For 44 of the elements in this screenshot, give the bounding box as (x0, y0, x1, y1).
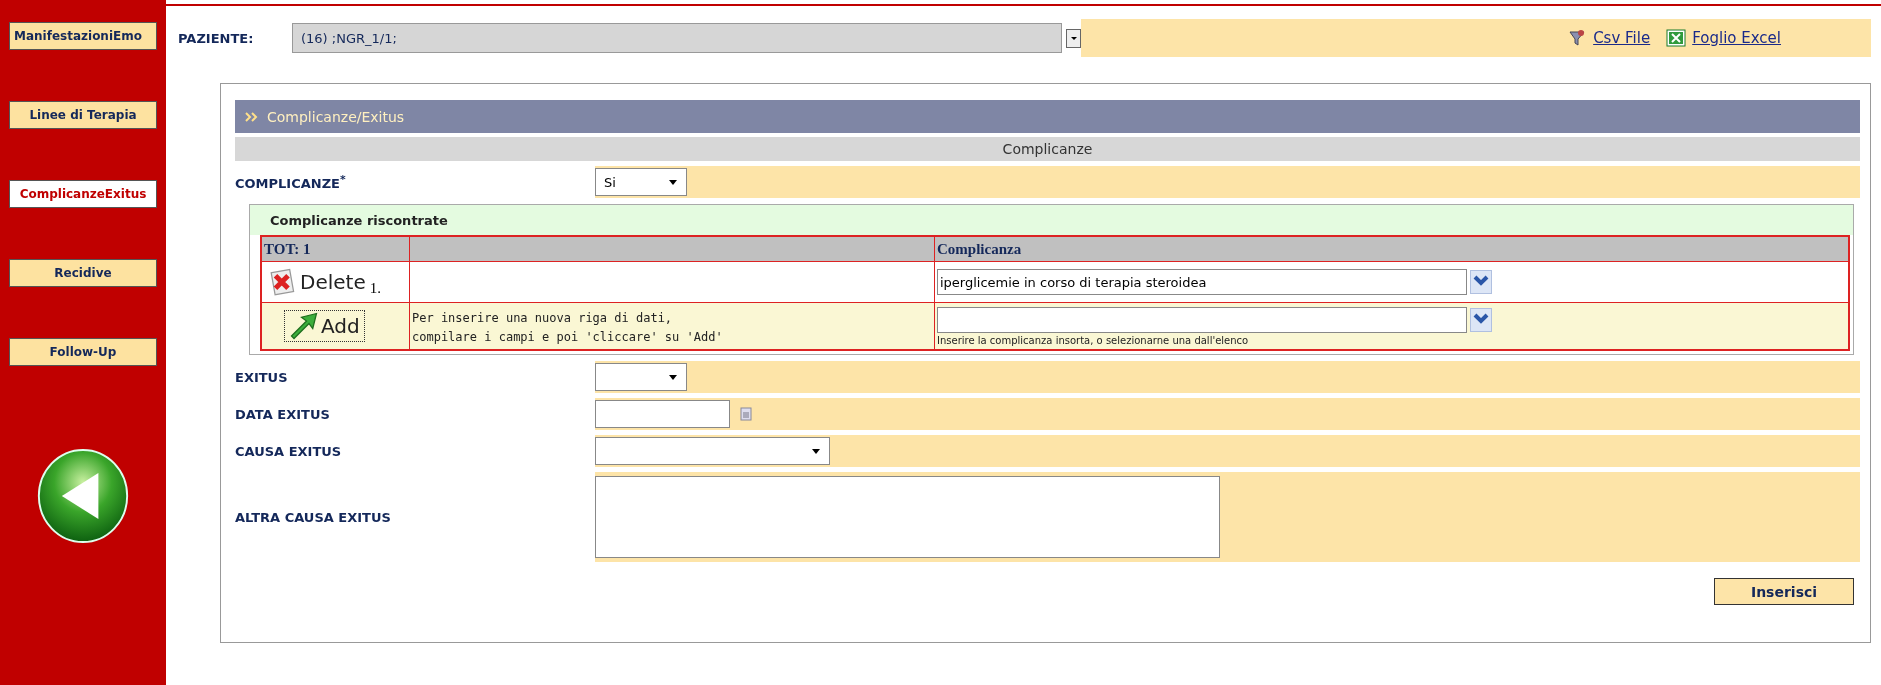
patient-select[interactable]: (16) ;NGR_1/1; (292, 23, 1062, 53)
caret-icon (668, 372, 678, 382)
field-label: ALTRA CAUSA EXITUS (235, 509, 392, 525)
export-link[interactable]: Csv File (1593, 29, 1651, 47)
section-title: Complicanze (1002, 141, 1093, 157)
select-field[interactable] (595, 363, 687, 391)
caret-icon (1070, 36, 1077, 40)
funnel-icon (1567, 28, 1588, 48)
field-label: CAUSA EXITUS (235, 443, 343, 459)
nav-button[interactable]: ComplicanzeExitus (9, 180, 157, 208)
arrow-icon (289, 311, 319, 341)
field-label: DATA EXITUS (235, 406, 331, 422)
date-field[interactable] (595, 400, 730, 428)
dropdown-button[interactable] (1470, 270, 1492, 294)
nav-button[interactable]: Follow-Up (9, 338, 157, 366)
spreadsheet-icon (1666, 28, 1687, 48)
select-field[interactable]: Si (595, 168, 687, 196)
subtable-title: Complicanze riscontrate (250, 205, 1853, 235)
dropdown-button[interactable] (1470, 307, 1492, 332)
panel-title: Complicanze/Exitus (267, 108, 405, 125)
dropdown-button[interactable] (1066, 28, 1081, 48)
submit-button[interactable]: Inserisci (1714, 578, 1854, 605)
field-hint: Inserire la complicanza insorta, o selezionarne una dall'elenco (937, 334, 1250, 346)
double-chevron-icon (245, 110, 259, 123)
export-link[interactable]: Foglio Excel (1692, 29, 1781, 47)
field-label: COMPLICANZE$^{*}$ (235, 172, 347, 192)
table-header: TOT: 1 (261, 236, 410, 262)
combo-field[interactable] (937, 306, 1467, 333)
add-hint: Per inserire una nuova riga di dati, compilare i campi e poi 'cliccare' su 'Add' (412, 311, 723, 344)
row-number: 1. (369, 280, 381, 297)
caret-icon (811, 446, 821, 456)
field-label: EXITUS (235, 369, 289, 385)
nav-button[interactable]: Linee di Terapia (9, 101, 157, 129)
nav-button[interactable]: ManifestazioniEmo (9, 22, 157, 50)
nav-button[interactable]: Recidive (9, 259, 157, 287)
add-button[interactable]: Add (284, 310, 365, 342)
calendar-icon[interactable] (740, 407, 752, 421)
table-header: Complicanza (934, 236, 1849, 262)
patient-label: PAZIENTE: (178, 30, 255, 46)
select-field[interactable] (595, 437, 830, 465)
delete-button[interactable]: Delete (264, 267, 370, 297)
caret-icon (668, 177, 678, 187)
combo-field[interactable]: iperglicemie in corso di terapia steroidea (937, 269, 1467, 295)
text-area[interactable] (595, 476, 1220, 558)
